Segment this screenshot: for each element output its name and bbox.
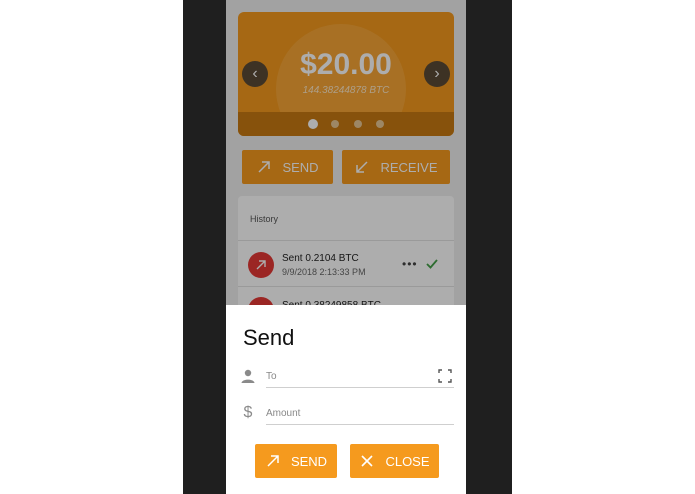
dollar-icon: $	[243, 404, 253, 421]
amount-input[interactable]	[266, 403, 426, 424]
send-label: SEND	[290, 453, 328, 469]
close-icon	[361, 455, 374, 467]
close-label: CLOSE	[385, 453, 430, 469]
modal-scrim[interactable]	[226, 0, 466, 305]
scan-icon[interactable]	[438, 369, 452, 383]
send-button[interactable]: SEND	[255, 444, 337, 478]
to-field	[266, 366, 454, 388]
right-frame	[466, 0, 512, 494]
phone-screen: $20.00 144.38244878 BTC ‹ › SEND RECEIVE…	[226, 0, 466, 494]
amount-field	[266, 403, 454, 425]
left-frame	[183, 0, 226, 494]
send-sheet: Send $ SEND CLOSE	[226, 305, 466, 494]
to-input[interactable]	[266, 366, 426, 387]
arrow-up-right-icon	[267, 455, 279, 467]
sheet-title: Send	[243, 325, 295, 350]
person-icon	[241, 369, 255, 383]
close-button[interactable]: CLOSE	[350, 444, 439, 478]
